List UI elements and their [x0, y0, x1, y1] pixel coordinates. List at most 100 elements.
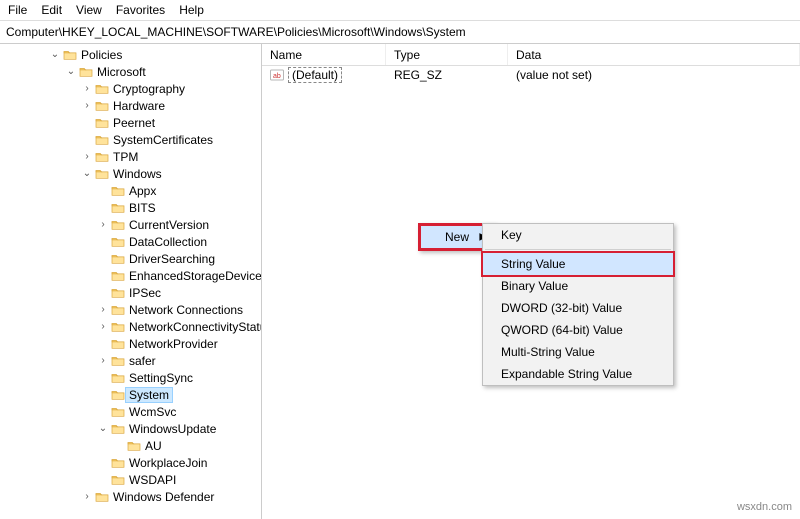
column-name[interactable]: Name [262, 44, 386, 65]
folder-icon [94, 116, 110, 130]
tree-item-label: WcmSvc [126, 405, 179, 419]
tree-item[interactable]: › TPM [0, 148, 261, 165]
tree-item[interactable]: ›safer [0, 352, 261, 369]
tree-item[interactable]: ›WcmSvc [0, 403, 261, 420]
registry-tree[interactable]: ⌄Policies⌄Microsoft › Cryptography › Hardwar… [0, 44, 262, 519]
context-menu-item[interactable]: Multi-String Value [483, 341, 673, 363]
folder-icon [110, 286, 126, 300]
chevron-down-icon[interactable]: ⌄ [48, 48, 62, 62]
tree-item-label: Appx [126, 184, 159, 198]
chevron-right-icon[interactable]: › [96, 218, 110, 232]
tree-item-label: Network Connections [126, 303, 246, 317]
tree-item[interactable]: › NetworkConnectivityStatus [0, 318, 261, 335]
folder-icon [94, 490, 110, 504]
tree-item[interactable]: ⌄ WindowsUpdate [0, 420, 261, 437]
chevron-right-icon[interactable]: › [80, 99, 94, 113]
column-data[interactable]: Data [508, 44, 800, 65]
tree-item[interactable]: ›DataCollection [0, 233, 261, 250]
tree-item[interactable]: › Hardware [0, 97, 261, 114]
tree-item-label: NetworkProvider [126, 337, 221, 351]
tree-item[interactable]: ›DriverSearching [0, 250, 261, 267]
tree-item[interactable]: ›SystemCertificates [0, 131, 261, 148]
tree-item-label: NetworkConnectivityStatus [126, 320, 261, 334]
context-menu-item[interactable]: String Value [481, 251, 675, 277]
tree-item[interactable]: › Windows Defender [0, 488, 261, 505]
chevron-down-icon[interactable]: ⌄ [64, 65, 78, 79]
tree-item[interactable]: ›Appx [0, 182, 261, 199]
context-menu-item[interactable]: Binary Value [483, 275, 673, 297]
tree-item[interactable]: ›NetworkProvider [0, 335, 261, 352]
tree-item[interactable]: › Cryptography [0, 80, 261, 97]
chevron-down-icon[interactable]: ⌄ [96, 422, 110, 436]
tree-item[interactable]: › CurrentVersion [0, 216, 261, 233]
menu-edit[interactable]: Edit [41, 3, 62, 17]
tree-item[interactable]: ›BITS [0, 199, 261, 216]
chevron-right-icon[interactable]: › [80, 490, 94, 504]
value-name: (Default) [288, 67, 342, 83]
tree-item-label: WSDAPI [126, 473, 179, 487]
chevron-right-icon[interactable]: › [80, 150, 94, 164]
string-value-icon: ab [270, 68, 284, 82]
folder-icon [110, 422, 126, 436]
tree-item-label: TPM [110, 150, 141, 164]
folder-icon [110, 252, 126, 266]
context-menu-item[interactable]: Key [483, 224, 673, 246]
tree-item[interactable]: ›Peernet [0, 114, 261, 131]
folder-icon [94, 82, 110, 96]
address-bar[interactable]: Computer\HKEY_LOCAL_MACHINE\SOFTWARE\Pol… [0, 21, 800, 44]
tree-item-label: CurrentVersion [126, 218, 212, 232]
chevron-down-icon[interactable]: ⌄ [80, 167, 94, 181]
context-submenu: Key String ValueBinary ValueDWORD (32-bit… [482, 223, 674, 386]
value-data: (value not set) [508, 66, 800, 84]
tree-item[interactable]: ›WSDAPI [0, 471, 261, 488]
tree-item[interactable]: ›EnhancedStorageDevices [0, 267, 261, 284]
tree-item-label: WindowsUpdate [126, 422, 219, 436]
tree-item-label: IPSec [126, 286, 164, 300]
tree-item[interactable]: ⌄Windows [0, 165, 261, 182]
context-menu-new-label: New [445, 230, 469, 244]
chevron-right-icon[interactable]: › [80, 82, 94, 96]
svg-text:ab: ab [273, 73, 281, 80]
menu-help[interactable]: Help [179, 3, 204, 17]
folder-icon [78, 65, 94, 79]
chevron-right-icon[interactable]: › [96, 320, 110, 334]
folder-icon [110, 184, 126, 198]
tree-item-label: WorkplaceJoin [126, 456, 210, 470]
tree-item[interactable]: ›SettingSync [0, 369, 261, 386]
folder-icon [110, 218, 126, 232]
folder-icon [110, 473, 126, 487]
tree-item-label: Hardware [110, 99, 168, 113]
folder-icon [94, 99, 110, 113]
tree-item-label: Windows Defender [110, 490, 217, 504]
folder-icon [110, 456, 126, 470]
tree-item-label: Peernet [110, 116, 158, 130]
tree-item[interactable]: ⌄Policies [0, 46, 261, 63]
tree-item-label: EnhancedStorageDevices [126, 269, 261, 283]
tree-item[interactable]: ⌄Microsoft [0, 63, 261, 80]
tree-item-label: SettingSync [126, 371, 196, 385]
tree-item[interactable]: ›System [0, 386, 261, 403]
chevron-right-icon[interactable]: › [96, 354, 110, 368]
folder-icon [62, 48, 78, 62]
tree-item[interactable]: › Network Connections [0, 301, 261, 318]
tree-item-label: DataCollection [126, 235, 210, 249]
tree-item-label: Cryptography [110, 82, 188, 96]
tree-item-label: System [126, 388, 172, 402]
context-menu-item[interactable]: QWORD (64-bit) Value [483, 319, 673, 341]
menu-view[interactable]: View [76, 3, 102, 17]
chevron-right-icon[interactable]: › [96, 303, 110, 317]
folder-icon [110, 320, 126, 334]
tree-item[interactable]: ›IPSec [0, 284, 261, 301]
menu-file[interactable]: File [8, 3, 27, 17]
tree-item-label: SystemCertificates [110, 133, 216, 147]
folder-icon [94, 150, 110, 164]
tree-item[interactable]: ›AU [0, 437, 261, 454]
context-menu-item[interactable]: Expandable String Value [483, 363, 673, 385]
tree-item[interactable]: ›WorkplaceJoin [0, 454, 261, 471]
value-row[interactable]: ab(Default)REG_SZ(value not set) [262, 66, 800, 84]
column-type[interactable]: Type [386, 44, 508, 65]
context-menu-item[interactable]: DWORD (32-bit) Value [483, 297, 673, 319]
menu-favorites[interactable]: Favorites [116, 3, 165, 17]
menu-bar: File Edit View Favorites Help [0, 0, 800, 21]
watermark: wsxdn.com [737, 501, 792, 513]
